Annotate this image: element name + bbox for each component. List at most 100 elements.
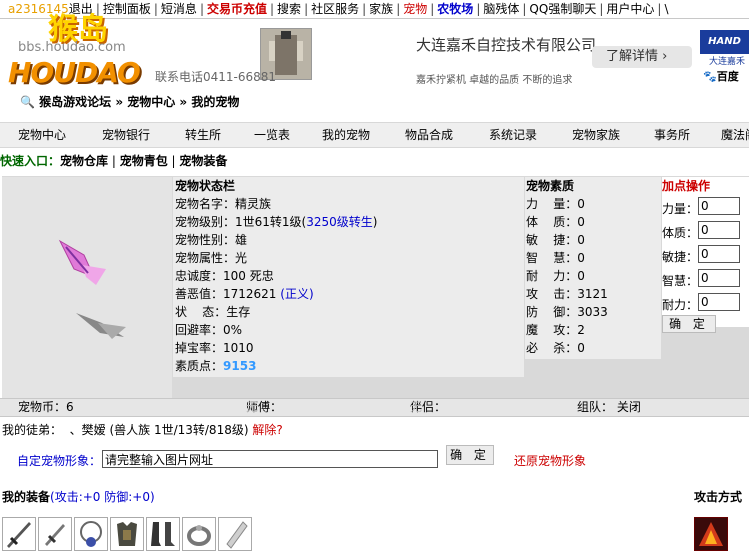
- disciple-row: 我的徒弟： 、樊嫒 (兽人族 1世/13转/818级) 解除?: [2, 423, 283, 437]
- pet-morality: 善恶值：1712621 (正义): [175, 287, 314, 301]
- quality-defense: 防 御：3033: [526, 305, 608, 319]
- fire-attack-icon: [695, 518, 727, 550]
- family-link[interactable]: 家族: [369, 0, 393, 18]
- quality-constitution: 体 质：0: [526, 215, 585, 229]
- nav-my-pet[interactable]: 我的宠物: [322, 123, 370, 147]
- quality-magic-attack: 魔 攻：2: [526, 323, 585, 337]
- bonus-wisdom-input[interactable]: [698, 269, 740, 287]
- sword-icon: [7, 522, 31, 548]
- quality-endurance: 耐 力：0: [526, 269, 585, 283]
- search-icon: 🔍: [20, 95, 35, 109]
- equip-slot-necklace[interactable]: [74, 517, 108, 551]
- pet-image: [2, 177, 172, 398]
- breadcrumb: 🔍 猴岛游戏论坛 » 宠物中心 » 我的宠物: [20, 93, 239, 110]
- pet-state: 状 态：生存: [175, 305, 251, 319]
- ad-company: 大连嘉禾自控技术有限公司: [416, 36, 597, 54]
- quick-entry-label: 快速入口：: [0, 154, 61, 168]
- equip-slot-ring[interactable]: [182, 517, 216, 551]
- ring-icon: [187, 525, 211, 546]
- pet-level: 宠物级别：1世61转1级(3250级转生): [175, 215, 378, 229]
- pet-info-bar: 宠物币：6 师傅：无 伴侣：无 组队： 关闭: [0, 398, 749, 417]
- equipment-title: 我的装备(攻击:+0 防御:+0): [2, 490, 155, 504]
- bonus-constitution-input[interactable]: [698, 221, 740, 239]
- ad-brand-logo: HAND: [700, 30, 749, 54]
- ad-phone: 联系电话0411-66881: [155, 70, 277, 84]
- bonus-panel: 加点操作 力量： 体质： 敏捷： 智慧： 耐力：: [662, 177, 749, 327]
- nav-pet-center[interactable]: 宠物中心: [18, 123, 66, 147]
- logo-en: HOUDAO: [8, 56, 141, 89]
- pet-name: 宠物名字：精灵族: [175, 197, 272, 211]
- pet-drop-rate: 掉宝率：1010: [175, 341, 254, 355]
- farm-link[interactable]: 农牧场: [437, 0, 473, 18]
- bonus-strength-input[interactable]: [698, 197, 740, 215]
- equip-slot-dagger[interactable]: [38, 517, 72, 551]
- necklace-icon: [80, 521, 102, 547]
- community-link[interactable]: 社区服务: [311, 0, 359, 18]
- nav-office[interactable]: 事务所: [654, 123, 690, 147]
- site-logo[interactable]: 猴岛 bbs.houdao.com HOUDAO: [0, 0, 141, 92]
- nav-system-log[interactable]: 系统记录: [489, 123, 537, 147]
- shadow-wing-icon: [76, 313, 126, 339]
- armor-icon: [117, 522, 137, 546]
- nav-pet-family[interactable]: 宠物家族: [572, 123, 620, 147]
- search-link[interactable]: 搜索: [277, 0, 301, 18]
- quality-title: 宠物素质: [526, 179, 575, 193]
- dagger-icon: [45, 524, 65, 546]
- rebirth-link[interactable]: 3250级转生: [306, 215, 373, 229]
- nav-rebirth[interactable]: 转生所: [185, 123, 221, 147]
- equip-slot-armor[interactable]: [110, 517, 144, 551]
- equip-slot-boots[interactable]: [146, 517, 180, 551]
- recharge-link[interactable]: 交易币充值: [207, 0, 267, 18]
- ad-banner[interactable]: 联系电话0411-66881 大连嘉禾自控技术有限公司 嘉禾拧紧机 卓越的品质 …: [152, 20, 749, 90]
- bonus-confirm-button[interactable]: 确 定: [662, 315, 716, 333]
- custom-image-label: 自定宠物形象：: [17, 454, 102, 468]
- breadcrumb-text[interactable]: 猴岛游戏论坛 » 宠物中心 » 我的宠物: [39, 95, 239, 109]
- pet-quality-panel: 宠物素质 力 量：0 体 质：0 敏 捷：0 智 慧：0 耐 力：0 攻 击：3…: [525, 177, 661, 359]
- quality-critical: 必 杀：0: [526, 341, 585, 355]
- quick-link-bag[interactable]: 宠物青包: [120, 154, 168, 168]
- nav-item-synthesis[interactable]: 物品合成: [405, 123, 453, 147]
- custom-image-confirm-button[interactable]: 确 定: [446, 445, 494, 465]
- justice-link[interactable]: (正义): [280, 287, 313, 301]
- restore-image-link[interactable]: 还原宠物形象: [514, 452, 586, 469]
- nav-magic-pavilion[interactable]: 魔法阁: [721, 123, 749, 147]
- bonus-endurance-input[interactable]: [698, 293, 740, 311]
- image-url-input[interactable]: [102, 450, 438, 468]
- quality-wisdom: 智 慧：0: [526, 251, 585, 265]
- quality-strength: 力 量：0: [526, 197, 585, 211]
- pet-loyalty: 忠诚度：100 死忠: [175, 269, 274, 283]
- brainless-font-link[interactable]: 脑残体: [483, 0, 519, 18]
- qq-chat-link[interactable]: QQ强制聊天: [529, 0, 596, 18]
- team-info: 组队： 关闭: [577, 400, 641, 414]
- ad-more-button[interactable]: 了解详情 ›: [592, 46, 692, 68]
- logo-site: bbs.houdao.com: [18, 40, 126, 55]
- nav-overview[interactable]: 一览表: [254, 123, 290, 147]
- dismiss-disciple-link[interactable]: 解除?: [252, 423, 282, 437]
- attack-mode-slot[interactable]: [694, 517, 728, 551]
- ad-brand-cn: 大连嘉禾: [709, 57, 746, 67]
- pet-link[interactable]: 宠物: [403, 0, 427, 18]
- bonus-row-agility: 敏捷：: [662, 243, 749, 267]
- butterfly-icon: [58, 239, 106, 285]
- pet-quality-points: 素质点：9153: [175, 359, 257, 373]
- ad-slogan: 嘉禾拧紧机 卓越的品质 不断的追求: [416, 75, 573, 86]
- pet-evasion: 回避率：0%: [175, 323, 243, 337]
- quality-agility: 敏 捷：0: [526, 233, 585, 247]
- bonus-row-strength: 力量：: [662, 195, 749, 219]
- more-link[interactable]: \: [664, 0, 668, 18]
- pet-attribute: 宠物属性：光: [175, 251, 248, 265]
- equip-slot-shield[interactable]: [218, 517, 252, 551]
- messages-link[interactable]: 短消息: [161, 0, 197, 18]
- equip-slot-sword[interactable]: [2, 517, 36, 551]
- pet-coins: 宠物币：6: [18, 400, 74, 414]
- equipment-stats: (攻击:+0 防御:+0): [50, 490, 155, 504]
- bonus-title: 加点操作: [662, 179, 711, 193]
- user-center-link[interactable]: 用户中心: [606, 0, 654, 18]
- bonus-agility-input[interactable]: [698, 245, 740, 263]
- quick-link-warehouse[interactable]: 宠物仓库: [60, 154, 108, 168]
- quick-link-equipment[interactable]: 宠物装备: [179, 154, 227, 168]
- nav-pet-bank[interactable]: 宠物银行: [102, 123, 150, 147]
- status-title: 宠物状态栏: [175, 179, 236, 193]
- pet-gender: 宠物性别：雄: [175, 233, 248, 247]
- pet-status-panel: 宠物状态栏 宠物名字：精灵族 宠物级别：1世61转1级(3250级转生) 宠物性…: [173, 177, 524, 377]
